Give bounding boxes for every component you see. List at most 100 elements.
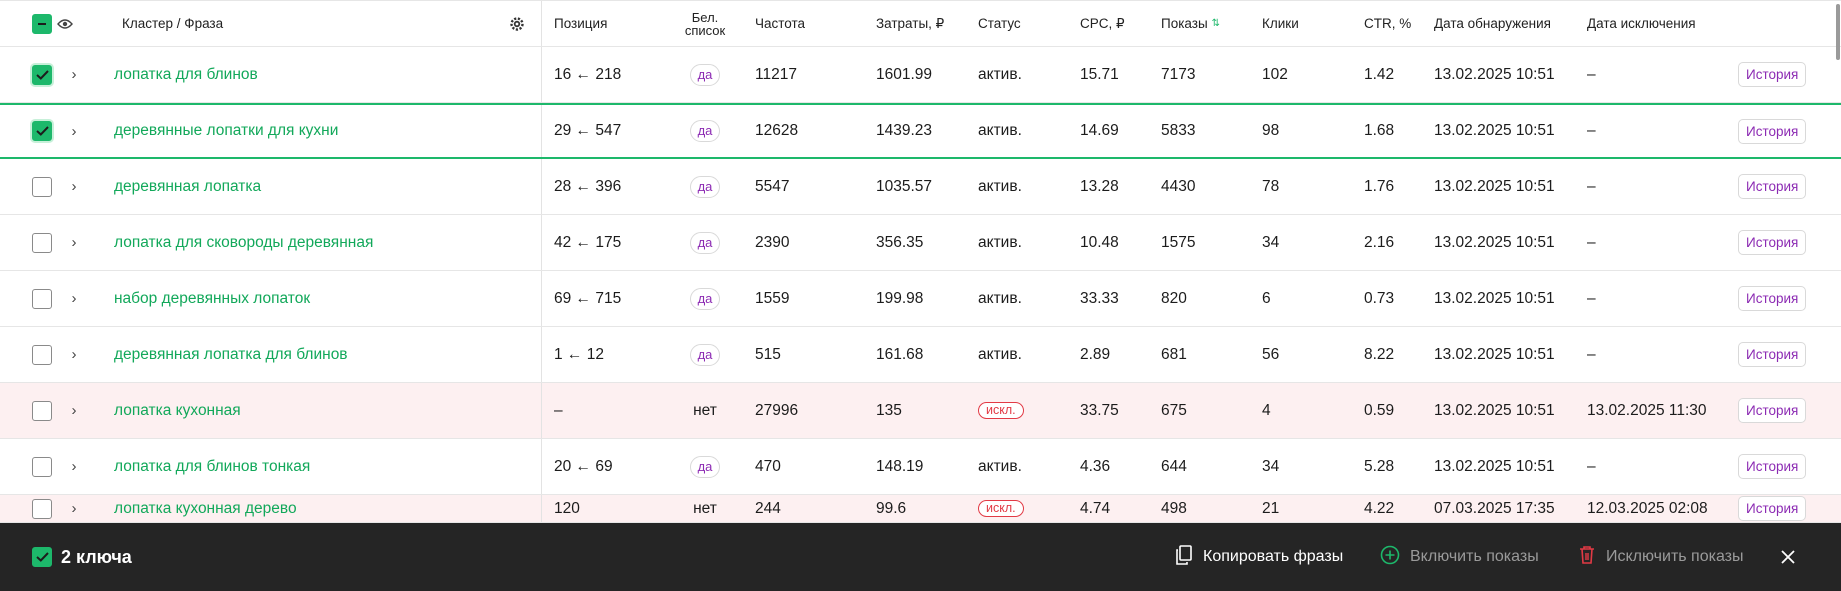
table-row[interactable]: › лопатка для блинов тонкая 20 ← 69 да 470 14… [0,439,1841,495]
row-checkbox[interactable] [30,47,54,102]
header-frequency[interactable]: Частота [755,1,805,46]
chevron-right-icon[interactable]: › [64,215,84,270]
whitelist-badge[interactable]: да [689,343,721,366]
select-all-checkbox[interactable] [30,1,54,46]
ctr-cell: 1.76 [1364,177,1395,195]
history-button[interactable]: История [1738,286,1807,311]
chevron-right-icon[interactable]: › [64,47,84,102]
whitelist-badge[interactable]: да [689,120,721,142]
history-button[interactable]: История [1738,230,1807,255]
table-body: › лопатка для блинов 16 ← 218 да 11217 1601.9… [0,47,1841,523]
phrase-link[interactable]: лопатка для блинов тонкая [114,458,310,476]
phrase-link[interactable]: набор деревянных лопаток [114,290,310,308]
phrase-link[interactable]: лопатка кухонная дерево [114,500,297,518]
history-button[interactable]: История [1738,454,1807,479]
history-button[interactable]: История [1738,62,1807,87]
shows-cell: 644 [1161,457,1187,475]
close-icon[interactable] [1781,523,1795,591]
table-row[interactable]: › лопатка для сковороды деревянная 42 ← 17… [0,215,1841,271]
chevron-right-icon[interactable]: › [64,159,84,214]
sort-icon[interactable]: ⇅ [1212,18,1220,29]
phrase-link[interactable]: деревянная лопатка [114,178,261,196]
header-whitelist-line1: Бел. [691,9,719,25]
chevron-right-icon[interactable]: › [64,495,84,522]
vertical-scrollbar[interactable] [1836,4,1840,60]
frequency-cell: 2390 [755,233,790,251]
whitelist-badge[interactable]: да [689,231,721,254]
row-checkbox[interactable] [30,215,54,270]
ctr-cell: 1.68 [1364,122,1395,139]
chevron-right-icon[interactable]: › [64,327,84,382]
status-cell: искл. [978,383,1024,438]
row-checkbox[interactable] [30,105,54,157]
exclude-shows-button[interactable]: Исключить показы [1578,523,1744,591]
copy-phrases-button[interactable]: Копировать фразы [1175,523,1343,591]
whitelist-badge[interactable]: да [689,455,721,478]
phrase-cell: лопатка для блинов [114,47,539,102]
header-cost[interactable]: Затраты, ₽ [876,1,944,46]
header-cpc[interactable]: CPC, ₽ [1080,1,1125,46]
gear-icon[interactable] [509,1,525,46]
phrase-cell: лопатка кухонная дерево [114,495,539,522]
header-phrase[interactable]: Кластер / Фраза [122,1,547,46]
table-row[interactable]: › деревянная лопатка 28 ← 396 да 5547 1035.57… [0,159,1841,215]
cpc-cell: 15.71 [1080,65,1119,83]
history-button[interactable]: История [1738,118,1807,144]
table-row[interactable]: › лопатка для блинов 16 ← 218 да 11217 1601.9… [0,47,1841,103]
header-shows[interactable]: Показы ⇅ [1161,1,1220,46]
phrase-link[interactable]: лопатка для блинов [114,66,258,84]
position-cell: 29 ← 547 [554,122,622,139]
history-button[interactable]: История [1738,174,1807,199]
phrase-link[interactable]: деревянные лопатки для кухни [114,122,338,140]
found-date-cell: 13.02.2025 10:51 [1434,401,1555,419]
status-badge: искл. [978,500,1024,517]
header-excluded-date[interactable]: Дата исключения [1587,1,1696,46]
whitelist-badge[interactable]: да [689,175,721,198]
phrase-link[interactable]: деревянная лопатка для блинов [114,346,348,364]
phrase-cell: набор деревянных лопаток [114,271,539,326]
row-checkbox[interactable] [30,159,54,214]
header-whitelist[interactable]: Бел. список [666,1,744,46]
row-checkbox[interactable] [30,495,54,522]
header-position[interactable]: Позиция [554,1,607,46]
table-row[interactable]: › деревянные лопатки для кухни 29 ← 547 да 1… [0,103,1841,159]
chevron-right-icon[interactable]: › [64,383,84,438]
history-button[interactable]: История [1738,496,1807,521]
header-ctr[interactable]: CTR, % [1364,1,1411,46]
selection-checkbox[interactable] [32,547,52,567]
whitelist-badge[interactable]: да [689,63,721,86]
table-row[interactable]: › деревянная лопатка для блинов 1 ← 12 да 51… [0,327,1841,383]
cpc-cell: 14.69 [1080,122,1119,139]
chevron-right-icon[interactable]: › [64,105,84,157]
eye-icon[interactable] [57,1,73,46]
table-row[interactable]: › лопатка кухонная – нет 27996 135 искл. 33.75 6… [0,383,1841,439]
found-date-cell: 13.02.2025 10:51 [1434,345,1555,363]
header-status[interactable]: Статус [978,1,1021,46]
phrase-link[interactable]: лопатка кухонная [114,402,241,420]
enable-shows-button[interactable]: Включить показы [1380,523,1539,591]
copy-icon [1175,544,1193,570]
enable-shows-label: Включить показы [1410,548,1539,565]
row-checkbox[interactable] [30,439,54,494]
whitelist-badge[interactable]: да [689,287,721,310]
frequency-cell: 27996 [755,401,799,419]
column-divider [541,47,542,102]
column-divider [541,159,542,214]
history-button[interactable]: История [1738,398,1807,423]
excluded-date-cell: 12.03.2025 02:08 [1587,499,1708,517]
table-row[interactable]: › лопатка кухонная дерево 120 нет 244 99.6 иск… [0,495,1841,523]
row-checkbox[interactable] [30,327,54,382]
header-found-date[interactable]: Дата обнаружения [1434,1,1551,46]
row-checkbox[interactable] [30,271,54,326]
shows-cell: 681 [1161,345,1187,363]
chevron-right-icon[interactable]: › [64,271,84,326]
column-divider [541,495,542,522]
row-checkbox[interactable] [30,383,54,438]
phrase-link[interactable]: лопатка для сковороды деревянная [114,234,373,252]
header-clicks[interactable]: Клики [1262,1,1299,46]
position-cell: 1 ← 12 [554,345,604,363]
chevron-right-icon[interactable]: › [64,439,84,494]
table-row[interactable]: › набор деревянных лопаток 69 ← 715 да 1559 1… [0,271,1841,327]
frequency-cell: 470 [755,457,781,475]
history-button[interactable]: История [1738,342,1807,367]
